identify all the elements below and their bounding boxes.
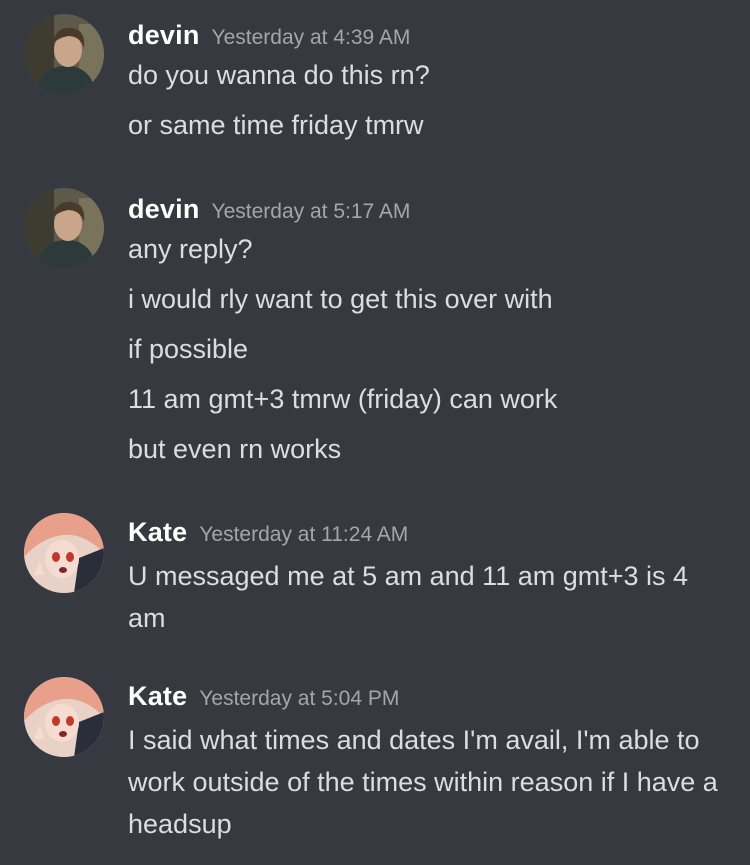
message-line: I said what times and dates I'm avail, I… bbox=[128, 725, 718, 839]
message-body: any reply? i would rly want to get this … bbox=[128, 228, 738, 478]
message-line: U messaged me at 5 am and 11 am gmt+3 is… bbox=[128, 561, 689, 633]
avatar[interactable] bbox=[24, 188, 104, 268]
avatar[interactable] bbox=[24, 677, 104, 757]
message-line: i would rly want to get this over with bbox=[128, 284, 553, 314]
username[interactable]: Kate bbox=[128, 681, 187, 711]
message-line: do you wanna do this rn? bbox=[128, 60, 430, 90]
kate-avatar-image bbox=[24, 677, 104, 757]
message-line: but even rn works bbox=[128, 434, 342, 464]
message-header: Kate Yesterday at 11:24 AM bbox=[128, 517, 408, 553]
kate-avatar-image bbox=[24, 513, 104, 593]
message-body: I said what times and dates I'm avail, I… bbox=[128, 719, 736, 845]
timestamp: Yesterday at 11:24 AM bbox=[199, 523, 409, 546]
devin-avatar-image bbox=[24, 14, 104, 94]
timestamp: Yesterday at 5:17 AM bbox=[211, 200, 411, 223]
timestamp: Yesterday at 4:39 AM bbox=[211, 26, 411, 49]
message-line: if possible bbox=[128, 334, 249, 364]
message-body: do you wanna do this rn? or same time fr… bbox=[128, 54, 738, 154]
username[interactable]: devin bbox=[128, 20, 200, 50]
avatar[interactable] bbox=[24, 14, 104, 94]
avatar[interactable] bbox=[24, 513, 104, 593]
chat-messages: devin Yesterday at 4:39 AM do you wanna d… bbox=[0, 0, 750, 865]
message-body: U messaged me at 5 am and 11 am gmt+3 is… bbox=[128, 555, 728, 639]
timestamp: Yesterday at 5:04 PM bbox=[199, 687, 400, 710]
message-header: devin Yesterday at 4:39 AM bbox=[128, 20, 410, 56]
username[interactable]: Kate bbox=[128, 517, 187, 547]
message-header: Kate Yesterday at 5:04 PM bbox=[128, 681, 399, 717]
message-line: any reply? bbox=[128, 234, 253, 264]
message-line: 11 am gmt+3 tmrw (friday) can work bbox=[128, 384, 558, 414]
message-line: or same time friday tmrw bbox=[128, 110, 424, 140]
username[interactable]: devin bbox=[128, 194, 200, 224]
message-header: devin Yesterday at 5:17 AM bbox=[128, 194, 410, 230]
devin-avatar-image bbox=[24, 188, 104, 268]
